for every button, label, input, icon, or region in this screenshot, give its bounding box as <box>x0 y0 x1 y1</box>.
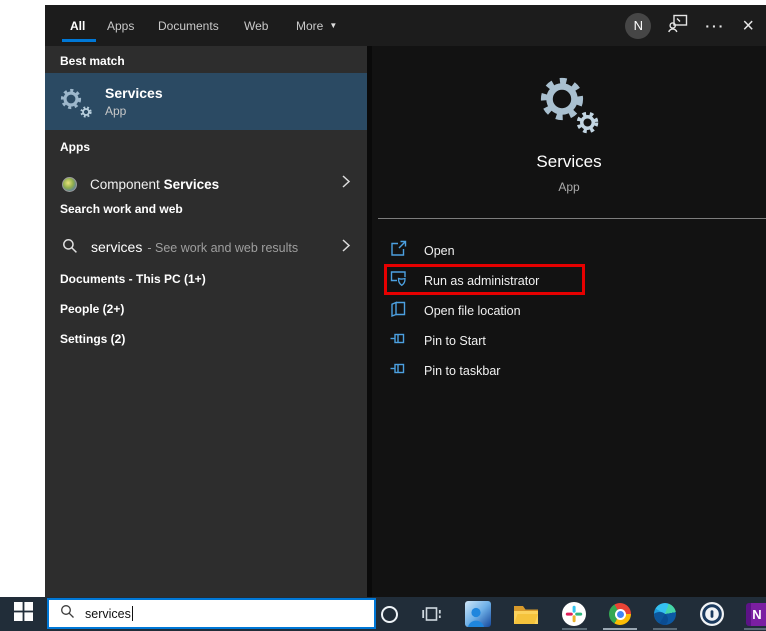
tab-web-label: Web <box>244 18 269 33</box>
start-button[interactable] <box>0 597 46 631</box>
best-match-subtitle: App <box>105 104 127 118</box>
search-icon <box>62 238 78 259</box>
active-tab-underline <box>62 39 96 42</box>
tab-more-label: More <box>296 18 324 33</box>
windows-logo-icon <box>13 602 33 626</box>
run-as-administrator-label: Run as administrator <box>424 274 540 288</box>
search-web-section-header: Search work and web <box>60 202 183 216</box>
component-services-icon <box>62 176 77 192</box>
people-app-icon <box>465 601 491 627</box>
search-tab-bar: All Apps Documents Web More ▼ N ··· × <box>45 5 766 46</box>
open-file-location-action[interactable]: Open file location <box>372 296 766 326</box>
result-component-services[interactable]: Component Services <box>45 168 367 200</box>
taskbar-chrome-icon[interactable] <box>607 601 633 627</box>
tab-apps-label: Apps <box>107 18 135 33</box>
tab-all-label: All <box>70 18 86 33</box>
open-action[interactable]: Open <box>372 236 766 266</box>
open-icon <box>390 240 407 262</box>
result-web-search-services[interactable]: services - See work and web results <box>45 232 367 264</box>
edge-icon <box>654 603 676 625</box>
taskbar-cortana-icon[interactable] <box>376 601 402 627</box>
documents-section-header[interactable]: Documents - This PC (1+) <box>60 272 206 286</box>
onenote-icon: N <box>745 602 766 626</box>
tab-more[interactable]: More ▼ <box>296 5 337 46</box>
pin-to-taskbar-action[interactable]: Pin to taskbar <box>372 356 766 386</box>
slack-icon <box>562 602 586 626</box>
close-icon[interactable]: × <box>742 16 754 36</box>
taskbar: services N <box>0 597 766 631</box>
windows-search-flyout-screen: All Apps Documents Web More ▼ N ··· × Be… <box>0 0 766 631</box>
running-indicator-onenote <box>744 628 766 630</box>
feedback-icon[interactable] <box>668 14 688 38</box>
search-icon <box>60 604 75 624</box>
best-match-header: Best match <box>60 54 125 68</box>
tab-apps[interactable]: Apps <box>107 5 134 46</box>
taskbar-edge-icon[interactable] <box>652 601 678 627</box>
component-services-label-bold: Services <box>163 176 220 192</box>
web-search-suffix: - See work and web results <box>147 241 299 255</box>
chevron-right-icon[interactable] <box>341 174 351 194</box>
taskbar-slack-icon[interactable] <box>561 601 587 627</box>
open-action-label: Open <box>424 244 455 258</box>
user-avatar[interactable]: N <box>625 12 652 39</box>
search-results-panel: Best match Services App Apps Component S… <box>45 46 367 597</box>
best-match-title: Services <box>105 85 163 101</box>
pin-icon <box>390 360 407 382</box>
taskbar-people-app-icon[interactable] <box>465 601 491 627</box>
best-match-result-services[interactable]: Services App <box>45 73 367 130</box>
component-services-label-normal: Component <box>90 176 160 192</box>
onenote-letter: N <box>752 606 762 622</box>
taskbar-task-view-icon[interactable] <box>418 601 444 627</box>
taskbar-search-input[interactable]: services <box>47 598 376 629</box>
tab-documents-label: Documents <box>158 18 219 33</box>
cortana-icon <box>380 605 398 623</box>
web-search-term: services <box>91 239 143 255</box>
1password-icon <box>700 602 724 626</box>
taskbar-1password-icon[interactable] <box>699 601 725 627</box>
chevron-down-icon: ▼ <box>329 21 338 30</box>
avatar-letter: N <box>633 18 643 33</box>
file-location-icon <box>390 300 407 322</box>
people-section-header[interactable]: People (2+) <box>60 302 124 316</box>
chevron-right-icon[interactable] <box>341 238 351 258</box>
search-query-text: services <box>85 607 131 621</box>
topbar-right-controls: N ··· × <box>625 5 754 46</box>
tab-web[interactable]: Web <box>244 5 268 46</box>
services-gears-icon <box>60 87 92 118</box>
result-detail-panel: Services App Open Run as administrator O… <box>372 46 766 597</box>
more-options-icon[interactable]: ··· <box>705 18 725 34</box>
services-hero <box>372 76 766 134</box>
file-explorer-icon <box>514 606 538 624</box>
pin-icon <box>390 330 407 352</box>
detail-divider <box>378 218 766 219</box>
taskbar-onenote-icon[interactable]: N <box>744 601 766 627</box>
pin-to-start-action[interactable]: Pin to Start <box>372 326 766 356</box>
open-file-location-label: Open file location <box>424 304 521 318</box>
run-as-administrator-action[interactable]: Run as administrator <box>372 266 766 296</box>
tab-documents[interactable]: Documents <box>158 5 219 46</box>
settings-section-header[interactable]: Settings (2) <box>60 332 125 346</box>
running-indicator-edge <box>653 628 677 630</box>
detail-title: Services <box>536 152 602 171</box>
run-as-admin-icon <box>390 270 407 292</box>
services-gears-icon-large <box>537 76 601 134</box>
pin-to-start-label: Pin to Start <box>424 334 486 348</box>
task-view-icon <box>421 607 441 621</box>
chrome-icon <box>609 603 631 625</box>
taskbar-file-explorer-icon[interactable] <box>513 601 539 627</box>
running-indicator-chrome <box>603 628 637 630</box>
text-cursor <box>131 606 134 621</box>
running-indicator-slack <box>562 628 587 630</box>
pin-to-taskbar-label: Pin to taskbar <box>424 364 501 378</box>
detail-subtitle: App <box>558 180 580 194</box>
apps-section-header: Apps <box>60 140 90 154</box>
